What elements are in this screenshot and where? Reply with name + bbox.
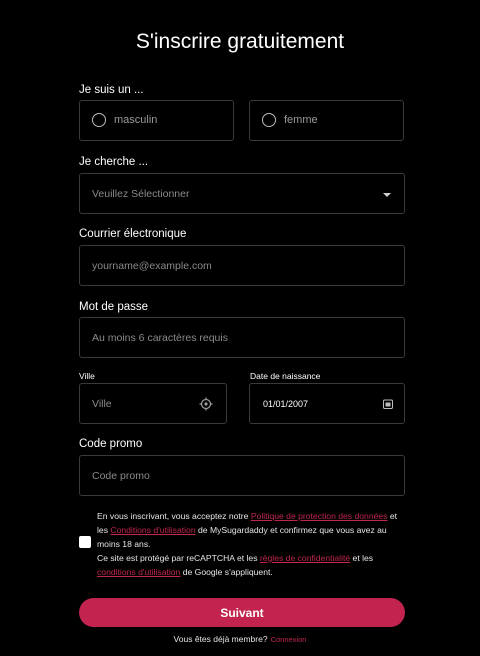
terms-of-use-link[interactable]: Conditions d'utilisation xyxy=(110,525,195,535)
birthdate-value: 01/01/2007 xyxy=(263,399,309,409)
login-question: Vous êtes déjà membre? xyxy=(173,634,268,644)
birthdate-field[interactable]: 01/01/2007 xyxy=(249,383,405,424)
promo-placeholder: Code promo xyxy=(92,470,150,482)
city-label: Ville xyxy=(79,371,95,381)
terms-text-part: de Google s'appliquent. xyxy=(180,567,273,577)
radio-circle-icon[interactable] xyxy=(262,113,276,127)
seeking-select[interactable]: Veuillez Sélectionner xyxy=(79,173,405,214)
gender-option-masculin[interactable]: masculin xyxy=(79,100,234,141)
terms-text: En vous inscrivant, vous acceptez notre … xyxy=(97,509,407,579)
chevron-down-icon[interactable] xyxy=(383,193,391,197)
login-row: Vous êtes déjà membre? Connexion xyxy=(0,634,480,644)
gender-option-femme[interactable]: femme xyxy=(249,100,404,141)
seeking-select-value: Veuillez Sélectionner xyxy=(92,188,190,200)
email-label: Courrier électronique xyxy=(79,228,187,240)
gender-option-label: femme xyxy=(284,114,318,126)
birthdate-label: Date de naissance xyxy=(250,371,321,381)
gender-option-label: masculin xyxy=(114,114,158,126)
password-placeholder: Au moins 6 caractères requis xyxy=(92,332,228,344)
next-button[interactable]: Suivant xyxy=(79,598,405,627)
radio-circle-icon[interactable] xyxy=(92,113,106,127)
location-target-icon[interactable] xyxy=(199,397,213,411)
google-privacy-link[interactable]: règles de confidentialité xyxy=(260,553,350,563)
login-link[interactable]: Connexion xyxy=(271,635,307,644)
terms-text-part: et les xyxy=(350,553,374,563)
email-placeholder: yourname@example.com xyxy=(92,260,212,272)
seeking-label: Je cherche ... xyxy=(79,156,149,168)
password-label: Mot de passe xyxy=(79,301,149,313)
page-title: S'inscrire gratuitement xyxy=(135,30,345,53)
email-field[interactable]: yourname@example.com xyxy=(79,245,405,286)
google-terms-link[interactable]: conditions d'utilisation xyxy=(97,567,180,577)
promo-field[interactable]: Code promo xyxy=(79,455,405,496)
city-field[interactable]: Ville xyxy=(79,383,227,424)
city-placeholder: Ville xyxy=(92,398,112,410)
promo-label: Code promo xyxy=(79,438,143,450)
password-field[interactable]: Au moins 6 caractères requis xyxy=(79,317,405,358)
recaptcha-text: Ce site est protégé par reCAPTCHA et les xyxy=(97,553,260,563)
gender-label: Je suis un ... xyxy=(79,84,144,96)
terms-checkbox[interactable] xyxy=(79,536,91,548)
privacy-policy-link[interactable]: Politique de protection des données xyxy=(251,511,388,521)
calendar-icon[interactable] xyxy=(383,399,393,409)
terms-text-part: En vous inscrivant, vous acceptez notre xyxy=(97,511,251,521)
